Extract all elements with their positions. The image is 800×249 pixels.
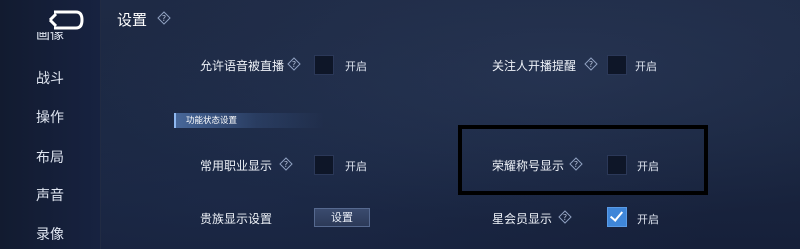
sidebar-item-replay[interactable]: 录像 xyxy=(0,224,100,244)
sidebar-item-layout[interactable]: 布局 xyxy=(0,147,100,167)
svg-text:?: ? xyxy=(162,14,166,23)
sidebar-item-label: 录像 xyxy=(36,227,64,243)
sidebar-item-sound[interactable]: 声音 xyxy=(0,185,100,205)
svg-text:?: ? xyxy=(284,160,288,169)
highlight-box xyxy=(458,125,708,195)
common-job-display-label: 常用职业显示 xyxy=(200,159,273,173)
sidebar-item-label: 声音 xyxy=(36,188,64,204)
sidebar-item-label: 操作 xyxy=(36,110,64,126)
follow-live-reminder-checkbox[interactable] xyxy=(607,55,627,75)
noble-display-settings-label: 贵族显示设置 xyxy=(200,212,273,226)
common-job-display-checkbox[interactable] xyxy=(314,155,334,175)
svg-text:?: ? xyxy=(292,60,296,69)
sidebar-item-controls[interactable]: 操作 xyxy=(0,107,100,127)
back-arrow-icon[interactable] xyxy=(46,8,86,32)
sidebar-item-battle[interactable]: 战斗 xyxy=(0,68,100,88)
help-diamond-icon[interactable]: ? xyxy=(287,57,301,71)
sidebar-item-portrait[interactable]: 画像 xyxy=(0,32,100,44)
star-member-display-label: 星会员显示 xyxy=(492,212,553,226)
svg-text:?: ? xyxy=(589,60,593,69)
noble-settings-button[interactable]: 设置 xyxy=(314,208,370,227)
star-member-display-on-text: 开启 xyxy=(637,213,659,226)
follow-live-reminder-on-text: 开启 xyxy=(635,60,657,73)
page-title: 设置 xyxy=(117,11,148,29)
help-diamond-icon[interactable]: ? xyxy=(279,157,293,171)
section-header-label: 功能状态设置 xyxy=(186,116,238,126)
help-diamond-icon[interactable]: ? xyxy=(558,210,572,224)
sidebar: 画像 战斗 操作 布局 声音 录像 xyxy=(0,0,101,249)
sidebar-item-label: 战斗 xyxy=(36,71,64,87)
svg-text:?: ? xyxy=(563,213,567,222)
allow-voice-broadcast-label: 允许语音被直播 xyxy=(200,59,285,73)
sidebar-item-label: 画像 xyxy=(36,32,64,43)
help-diamond-icon[interactable]: ? xyxy=(157,11,171,25)
common-job-display-on-text: 开启 xyxy=(345,160,367,173)
allow-voice-broadcast-on-text: 开启 xyxy=(345,60,367,73)
allow-voice-broadcast-checkbox[interactable] xyxy=(314,55,334,75)
sidebar-item-label: 布局 xyxy=(36,150,64,166)
help-diamond-icon[interactable]: ? xyxy=(584,57,598,71)
star-member-display-checkbox[interactable] xyxy=(607,207,627,227)
follow-live-reminder-label: 关注人开播提醒 xyxy=(492,59,577,73)
